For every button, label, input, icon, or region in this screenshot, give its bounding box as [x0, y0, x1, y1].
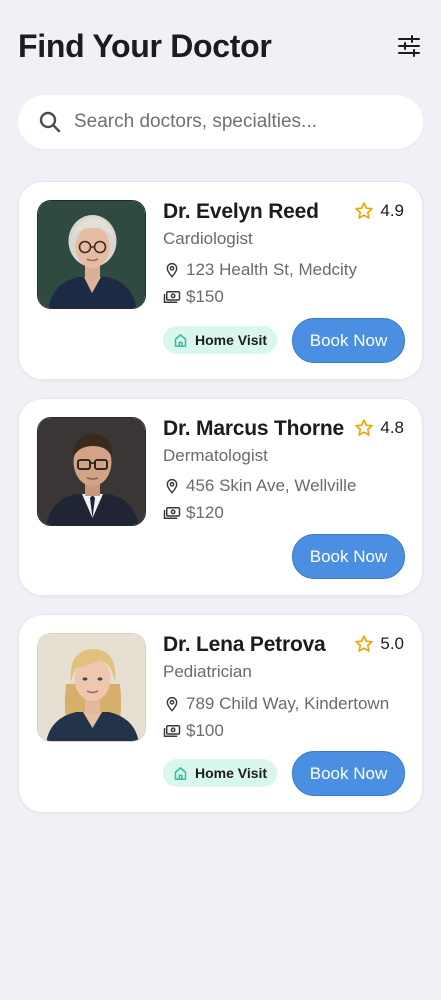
doctor-card[interactable]: Dr. Marcus Thorne 4.8 Dermatologist 456 …	[18, 398, 423, 596]
home-visit-badge: Home Visit	[163, 759, 278, 787]
rating-value: 4.9	[380, 201, 404, 220]
rating: 4.8	[354, 418, 404, 438]
location-pin-icon	[166, 479, 178, 494]
doctor-specialty: Dermatologist	[163, 446, 268, 465]
price-row: $100	[163, 721, 224, 741]
doctor-address: 789 Child Way, Kindertown	[186, 694, 390, 713]
rating: 4.9	[354, 201, 404, 221]
home-icon	[174, 333, 187, 347]
location-pin-icon	[166, 263, 178, 278]
sliders-icon	[398, 35, 420, 57]
book-now-button[interactable]: Book Now	[292, 318, 405, 363]
book-now-button[interactable]: Book Now	[292, 751, 405, 796]
doctor-address: 123 Health St, Medcity	[186, 260, 358, 279]
star-icon	[355, 635, 374, 652]
home-visit-label: Home Visit	[195, 332, 268, 348]
doctor-specialty: Pediatrician	[163, 662, 252, 681]
search-bar[interactable]	[18, 95, 423, 149]
header: Find Your Doctor	[18, 24, 423, 68]
doctor-photo	[37, 633, 146, 742]
search-input[interactable]	[74, 111, 394, 133]
rating: 5.0	[354, 634, 404, 654]
page-title: Find Your Doctor	[18, 27, 272, 64]
doctor-card[interactable]: Dr. Lena Petrova 5.0 Pediatrician 789 Ch…	[18, 614, 423, 813]
price-row: $150	[163, 287, 224, 307]
home-visit-label: Home Visit	[195, 765, 268, 781]
doctor-specialty: Cardiologist	[163, 229, 253, 248]
cash-icon	[163, 507, 181, 519]
doctor-price: $120	[186, 503, 224, 522]
search-icon	[39, 111, 61, 133]
doctor-address: 456 Skin Ave, Wellville	[186, 476, 357, 495]
home-icon	[174, 766, 187, 780]
rating-value: 4.8	[380, 418, 404, 437]
doctor-name: Dr. Lena Petrova	[163, 633, 326, 656]
doctor-card[interactable]: Dr. Evelyn Reed 4.9 Cardiologist 123 Hea…	[18, 181, 423, 380]
address-row: 123 Health St, Medcity	[163, 260, 357, 280]
doctor-name: Dr. Marcus Thorne	[163, 417, 344, 440]
location-pin-icon	[166, 697, 178, 712]
star-icon	[355, 202, 374, 219]
doctor-name: Dr. Evelyn Reed	[163, 200, 319, 223]
address-row: 789 Child Way, Kindertown	[163, 694, 389, 714]
doctor-price: $100	[186, 721, 224, 740]
home-visit-badge: Home Visit	[163, 326, 278, 354]
doctor-price: $150	[186, 287, 224, 306]
doctor-photo	[37, 200, 146, 309]
cash-icon	[163, 725, 181, 737]
address-row: 456 Skin Ave, Wellville	[163, 476, 356, 496]
star-icon	[355, 419, 374, 436]
doctor-photo	[37, 417, 146, 526]
cash-icon	[163, 291, 181, 303]
filter-button[interactable]	[395, 32, 423, 60]
price-row: $120	[163, 503, 224, 523]
rating-value: 5.0	[380, 634, 404, 653]
book-now-button[interactable]: Book Now	[292, 534, 405, 579]
